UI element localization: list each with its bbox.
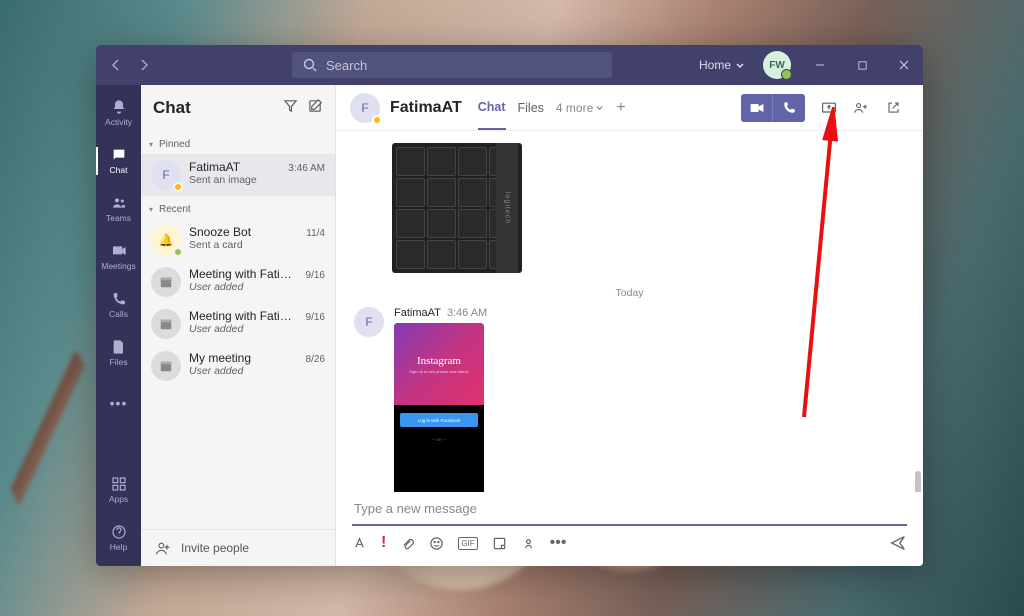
new-chat-button[interactable]: [308, 98, 323, 118]
chat-header-avatar[interactable]: F: [350, 93, 380, 123]
send-button[interactable]: [889, 534, 907, 552]
org-dropdown[interactable]: Home: [691, 58, 753, 72]
audio-call-button[interactable]: [773, 94, 805, 122]
message-block: F FatimaAT 3:46 AM Instagram Sign up to …: [354, 307, 905, 492]
sticker-button[interactable]: [492, 536, 507, 551]
section-recent[interactable]: Recent: [141, 196, 335, 219]
search-input[interactable]: Search: [292, 52, 612, 78]
rail-files[interactable]: Files: [96, 329, 141, 377]
add-tab-button[interactable]: +: [616, 99, 625, 117]
invite-people-button[interactable]: Invite people: [141, 529, 335, 566]
rail-apps[interactable]: Apps: [96, 466, 141, 514]
search-placeholder: Search: [326, 58, 367, 73]
rail-activity[interactable]: Activity: [96, 89, 141, 137]
tab-chat[interactable]: Chat: [478, 86, 506, 130]
tabs-more-button[interactable]: 4 more: [556, 101, 604, 115]
avatar: F: [151, 160, 181, 190]
chat-header: F FatimaAT Chat Files 4 more +: [336, 85, 923, 131]
compose-area: ! GIF •••: [336, 492, 923, 566]
rail-teams[interactable]: Teams: [96, 185, 141, 233]
message-time: 3:46 AM: [447, 307, 487, 319]
messages-area[interactable]: logitech Today F FatimaAT 3:46 AM Instag…: [336, 131, 923, 492]
popout-button[interactable]: [877, 94, 909, 122]
video-call-button[interactable]: [741, 94, 773, 122]
rail-help[interactable]: Help: [96, 514, 141, 562]
app-rail: Activity Chat Teams Meetings Calls Files: [96, 85, 141, 566]
date-divider: Today: [354, 287, 905, 299]
share-screen-button[interactable]: [813, 94, 845, 122]
close-button[interactable]: [885, 45, 923, 85]
avatar: [151, 351, 181, 381]
avatar: 🔔: [151, 225, 181, 255]
profile-avatar[interactable]: FW: [763, 51, 791, 79]
nav-forward-button[interactable]: [132, 53, 156, 77]
section-pinned[interactable]: Pinned: [141, 131, 335, 154]
gif-button[interactable]: GIF: [458, 537, 477, 550]
rail-more-button[interactable]: •••: [96, 379, 141, 427]
tab-files[interactable]: Files: [518, 87, 544, 129]
chat-item-meeting2[interactable]: Meeting with Fatima Wahab9/16 User added: [141, 303, 335, 345]
rail-calls[interactable]: Calls: [96, 281, 141, 329]
message-sender: FatimaAT: [394, 307, 441, 319]
format-button[interactable]: [352, 536, 367, 551]
avatar: [151, 267, 181, 297]
message-image-keyboard[interactable]: logitech: [392, 143, 522, 273]
meetup-button[interactable]: [521, 536, 536, 551]
chat-header-name: FatimaAT: [390, 99, 462, 117]
rail-chat[interactable]: Chat: [96, 137, 141, 185]
sidebar-title: Chat: [153, 98, 191, 118]
message-input[interactable]: [354, 501, 905, 516]
add-people-button[interactable]: [845, 94, 877, 122]
chat-list-sidebar: Chat Pinned F FatimaAT3:46 AM Sent an im…: [141, 85, 336, 566]
priority-button[interactable]: !: [381, 534, 386, 552]
message-avatar[interactable]: F: [354, 307, 384, 337]
maximize-button[interactable]: [843, 45, 881, 85]
chat-item-fatima[interactable]: F FatimaAT3:46 AM Sent an image: [141, 154, 335, 196]
titlebar: Search Home FW: [96, 45, 923, 85]
attach-button[interactable]: [400, 536, 415, 551]
rail-meetings[interactable]: Meetings: [96, 233, 141, 281]
minimize-button[interactable]: [801, 45, 839, 85]
avatar: [151, 309, 181, 339]
more-compose-button[interactable]: •••: [550, 534, 567, 552]
filter-button[interactable]: [283, 98, 298, 118]
chat-item-mymeeting[interactable]: My meeting8/26 User added: [141, 345, 335, 387]
message-image-phone[interactable]: Instagram Sign up to see photos and vide…: [394, 323, 484, 492]
teams-window: Search Home FW Activity Chat: [96, 45, 923, 566]
chat-item-meeting1[interactable]: Meeting with Fatima Wahab9/16 User added: [141, 261, 335, 303]
scrollbar-thumb[interactable]: [915, 471, 921, 492]
chat-pane: F FatimaAT Chat Files 4 more +: [336, 85, 923, 566]
emoji-button[interactable]: [429, 536, 444, 551]
nav-back-button[interactable]: [104, 53, 128, 77]
chat-item-snooze[interactable]: 🔔 Snooze Bot11/4 Sent a card: [141, 219, 335, 261]
